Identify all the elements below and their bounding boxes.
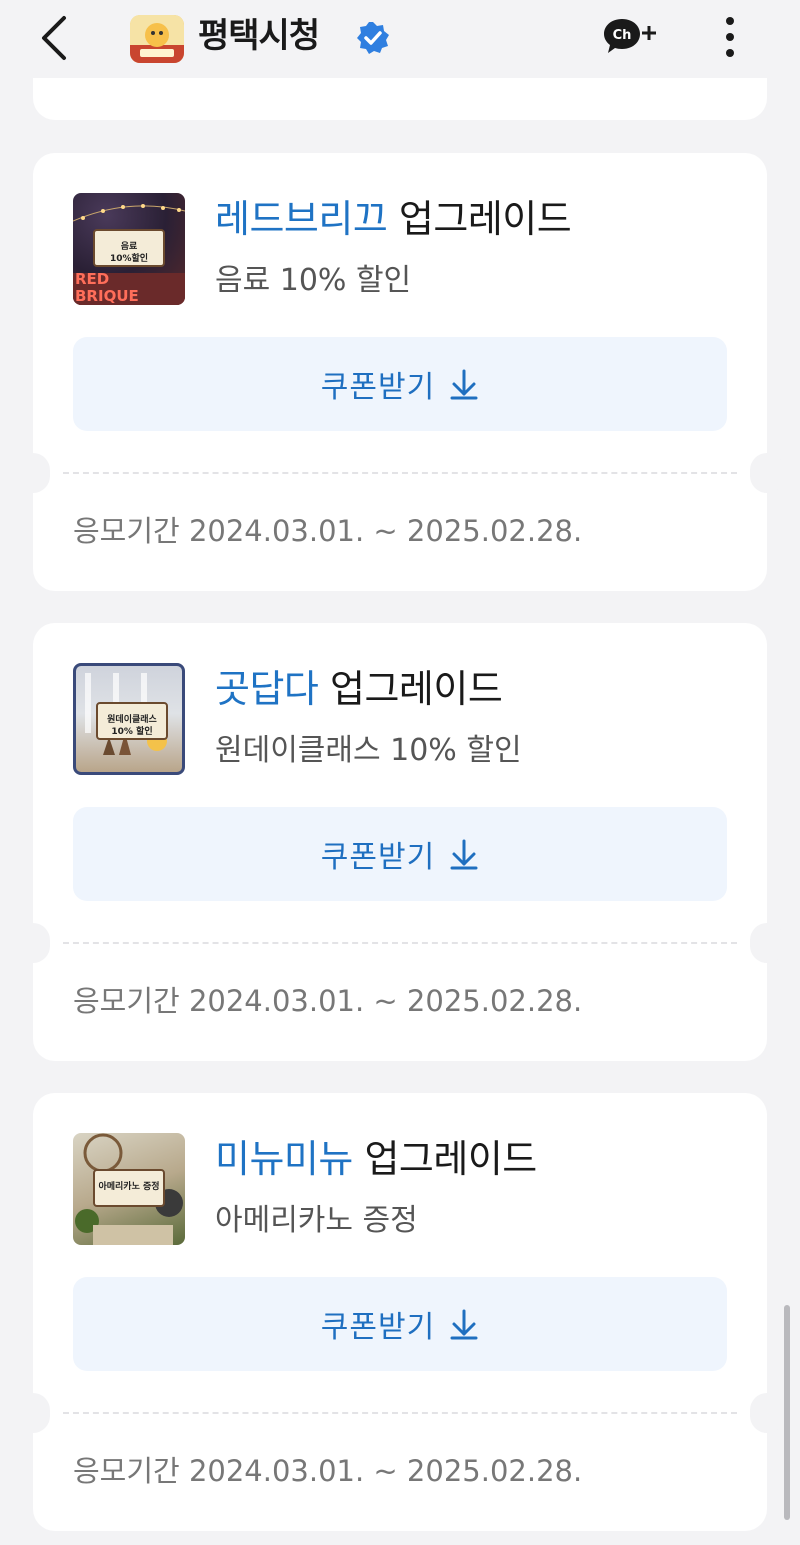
add-channel-button[interactable]: Ch — [603, 15, 659, 59]
coupon-period: 응모기간 2024.03.01. ~ 2025.02.28. — [73, 984, 583, 1018]
coupon-title: 곳답다 업그레이드 — [215, 663, 503, 715]
coupon-shop-name: 미뉴미뉴 — [215, 1137, 353, 1181]
channel-mascot-icon — [130, 15, 184, 63]
coupon-shop-name: 레드브리끄 — [215, 197, 388, 241]
coupon-shop-name: 곳답다 — [215, 667, 319, 711]
ch-icon-text: Ch — [613, 28, 632, 43]
get-coupon-button[interactable]: 쿠폰받기 — [73, 1277, 727, 1371]
coupon-title: 미뉴미뉴 업그레이드 — [215, 1133, 537, 1185]
coupon-thumbnail-tag: 원데이클래스 10% 할인 — [96, 702, 168, 740]
channel-profile-image[interactable] — [130, 15, 184, 63]
more-vertical-icon — [726, 17, 734, 57]
thumbnail-sign-text: RED BRIQUE — [75, 270, 139, 305]
coupon-card: 아메리카노 증정 미뉴미뉴 업그레이드 아메리카노 증정 쿠폰받기 응모기간 2… — [16, 1093, 784, 1531]
coupon-kind: 업그레이드 — [364, 1137, 537, 1181]
coupon-benefit: 음료 10% 할인 — [215, 263, 412, 298]
coupon-kind: 업그레이드 — [329, 667, 503, 711]
divider — [63, 942, 737, 944]
verified-badge — [356, 21, 390, 55]
ticket-notch — [750, 923, 784, 963]
verified-check-icon — [357, 22, 389, 54]
get-coupon-label: 쿠폰받기 — [320, 370, 436, 405]
coupon-thumbnail: 아메리카노 증정 — [73, 1133, 185, 1245]
coupon-benefit: 원데이클래스 10% 할인 — [215, 733, 522, 768]
coupon-kind: 업그레이드 — [398, 197, 572, 241]
get-coupon-button[interactable]: 쿠폰받기 — [73, 807, 727, 901]
ticket-notch — [16, 1393, 50, 1433]
more-options-button[interactable] — [718, 14, 742, 60]
divider — [63, 1412, 737, 1414]
divider — [63, 472, 737, 474]
coupon-benefit: 아메리카노 증정 — [215, 1203, 418, 1238]
download-icon — [450, 1309, 478, 1340]
coupon-card: 음료 10%할인 RED BRIQUE 레드브리끄 업그레이드 음료 10% 할… — [16, 153, 784, 591]
coupon-period: 응모기간 2024.03.01. ~ 2025.02.28. — [73, 1454, 583, 1488]
ticket-notch — [16, 923, 50, 963]
get-coupon-label: 쿠폰받기 — [320, 1310, 436, 1345]
download-icon — [450, 839, 478, 870]
coupon-title: 레드브리끄 업그레이드 — [215, 193, 572, 245]
chevron-left-icon — [42, 16, 66, 60]
ticket-notch — [750, 453, 784, 493]
coupon-card: 원데이클래스 10% 할인 곳답다 업그레이드 원데이클래스 10% 할인 쿠폰… — [16, 623, 784, 1061]
download-icon — [450, 369, 478, 400]
coupon-thumbnail: 음료 10%할인 RED BRIQUE — [73, 193, 185, 305]
coupon-thumbnail-tag: 음료 10%할인 — [93, 229, 165, 267]
scrollbar[interactable] — [784, 1305, 790, 1520]
get-coupon-label: 쿠폰받기 — [320, 840, 436, 875]
ticket-notch — [750, 1393, 784, 1433]
coupon-thumbnail: 원데이클래스 10% 할인 — [73, 663, 185, 775]
ticket-notch — [16, 453, 50, 493]
get-coupon-button[interactable]: 쿠폰받기 — [73, 337, 727, 431]
back-button[interactable] — [36, 12, 76, 64]
coupon-thumbnail-tag: 아메리카노 증정 — [93, 1169, 165, 1207]
top-bar: 평택시청 Ch — [0, 0, 800, 78]
coupon-period: 응모기간 2024.03.01. ~ 2025.02.28. — [73, 514, 583, 548]
channel-name: 평택시청 — [198, 16, 320, 56]
ch-plus-icon: Ch — [604, 19, 656, 53]
